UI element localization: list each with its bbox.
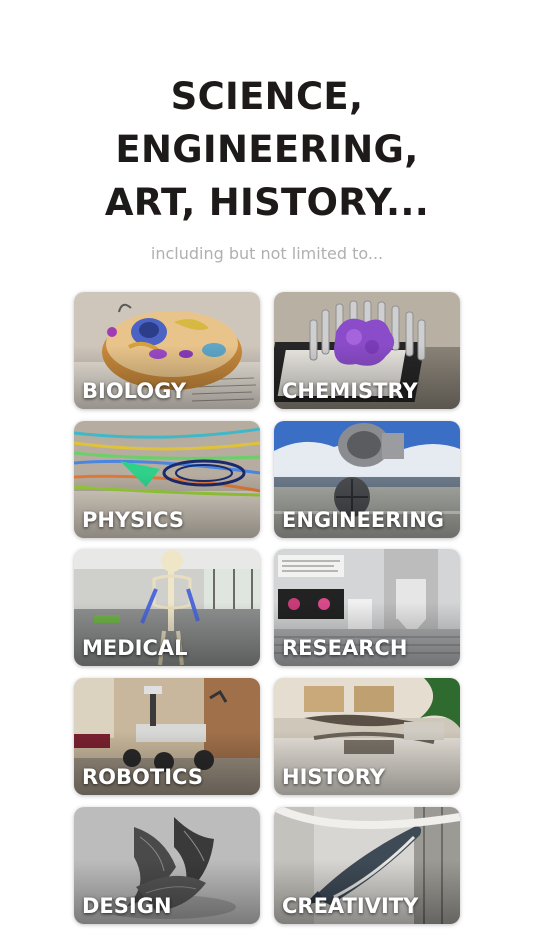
headline: SCIENCE, ENGINEERING, ART, HISTORY...	[0, 70, 534, 229]
headline-line-1: SCIENCE,	[170, 75, 364, 118]
tile-label-history: HISTORY	[282, 765, 385, 789]
category-tile-chemistry[interactable]: CHEMISTRY	[274, 292, 460, 409]
category-tile-medical[interactable]: MEDICAL	[74, 549, 260, 666]
tile-label-physics: PHYSICS	[82, 508, 185, 532]
category-tile-robotics[interactable]: ROBOTICS	[74, 678, 260, 795]
headline-line-2: ENGINEERING,	[115, 128, 419, 171]
headline-line-3: ART, HISTORY...	[104, 181, 430, 224]
tile-label-robotics: ROBOTICS	[82, 765, 203, 789]
category-tile-creativity[interactable]: CREATIVITY	[274, 807, 460, 924]
category-tile-physics[interactable]: PHYSICS	[74, 421, 260, 538]
tile-label-biology: BIOLOGY	[82, 379, 187, 403]
tile-label-creativity: CREATIVITY	[282, 894, 419, 918]
tile-label-chemistry: CHEMISTRY	[282, 379, 418, 403]
tile-label-engineering: ENGINEERING	[282, 508, 445, 532]
tile-label-medical: MEDICAL	[82, 636, 188, 660]
category-tile-research[interactable]: RESEARCH	[274, 549, 460, 666]
category-tile-history[interactable]: HISTORY	[274, 678, 460, 795]
category-tile-biology[interactable]: BIOLOGY	[74, 292, 260, 409]
tile-label-design: DESIGN	[82, 894, 172, 918]
category-tile-engineering[interactable]: ENGINEERING	[274, 421, 460, 538]
category-tile-design[interactable]: DESIGN	[74, 807, 260, 924]
tile-label-research: RESEARCH	[282, 636, 408, 660]
subtitle: including but not limited to...	[150, 244, 384, 263]
